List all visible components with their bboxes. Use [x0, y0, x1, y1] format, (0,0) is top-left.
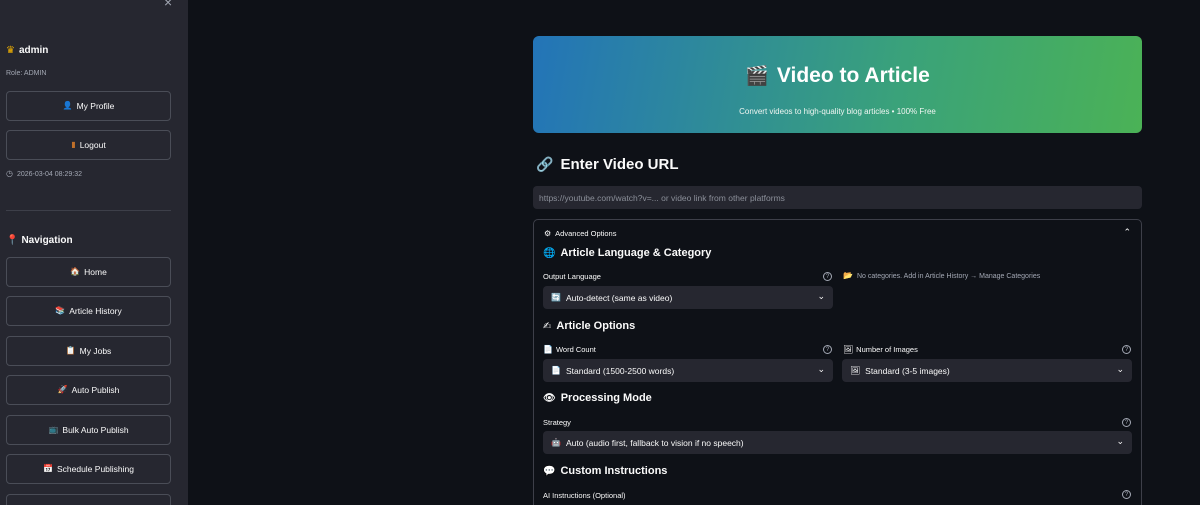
category-note-text: No categories. Add in Article History → … — [856, 272, 1041, 280]
document-icon: 📄 — [551, 365, 561, 375]
picture-icon: 🖼 — [843, 344, 854, 354]
url-section-heading: 🔗 Enter Video URL — [536, 156, 679, 173]
speech-bubble-icon: 💬 — [543, 465, 556, 477]
processing-mode-heading: 👁 Processing Mode — [543, 392, 652, 404]
nav-schedule-publishing[interactable]: 📅 Schedule Publishing — [6, 454, 171, 484]
output-language-label: Output Language — [543, 272, 601, 281]
article-options-heading-text: Article Options — [556, 320, 636, 332]
tv-icon: 📺 — [48, 425, 59, 434]
help-icon[interactable]: ? — [823, 272, 832, 281]
timestamp: 2026-03-04 08:29:32 — [16, 170, 82, 178]
clock-icon: ◷ — [6, 169, 13, 178]
gear-icon: ⚙ — [544, 228, 552, 238]
strategy-value: Auto (audio first, fallback to vision if… — [565, 437, 744, 448]
door-icon: ▮ — [71, 140, 76, 149]
nav-bulk-auto-publish-label: Bulk Auto Publish — [62, 425, 129, 435]
help-icon[interactable]: ? — [1122, 490, 1131, 499]
picture-icon: 🖼 — [850, 365, 861, 375]
nav-schedule-publishing-label: Schedule Publishing — [56, 464, 134, 474]
rocket-icon: 🚀 — [57, 385, 68, 394]
nav-my-jobs[interactable]: 📋 My Jobs — [6, 336, 171, 366]
folder-icon: 📂 — [843, 271, 853, 280]
url-heading-text: Enter Video URL — [560, 156, 679, 173]
clapperboard-icon: 🎬 — [745, 66, 769, 87]
navigation-heading: 📍 Navigation — [6, 235, 73, 246]
number-of-images-label: 🖼 Number of Images — [843, 345, 918, 354]
word-count-value: Standard (1500-2500 words) — [565, 365, 675, 376]
help-icon[interactable]: ? — [823, 345, 832, 354]
username: admin — [18, 45, 49, 56]
video-url-input[interactable] — [533, 186, 1142, 209]
nav-auto-publish-label: Auto Publish — [71, 385, 120, 395]
nav-my-jobs-label: My Jobs — [79, 346, 112, 356]
sidebar-divider — [6, 210, 171, 211]
advanced-options-toggle[interactable]: ⚙ Advanced Options — [544, 229, 616, 238]
close-sidebar-icon[interactable]: × — [164, 0, 172, 10]
ai-instructions-label: AI Instructions (Optional) — [543, 491, 626, 500]
processing-mode-heading-text: Processing Mode — [560, 392, 652, 404]
language-category-heading: 🌐 Article Language & Category — [543, 247, 711, 259]
calendar-icon: 📅 — [43, 464, 53, 473]
user-icon: 👤 — [62, 101, 73, 110]
user-header: ♛ admin — [6, 45, 48, 56]
number-of-images-select[interactable]: 🖼 Standard (3-5 images) ⌄ — [842, 359, 1132, 382]
nav-auto-publish[interactable]: 🚀 Auto Publish — [6, 375, 171, 405]
clipboard-icon: 📋 — [65, 346, 76, 355]
output-language-select[interactable]: 🔄 Auto-detect (same as video) ⌄ — [543, 286, 833, 309]
eye-icon: 👁 — [543, 392, 556, 404]
banner-title: 🎬 Video to Article — [533, 64, 1142, 88]
help-icon[interactable]: ? — [1122, 345, 1131, 354]
globe-icon: 🌐 — [543, 247, 556, 259]
nav-home-label: Home — [84, 267, 107, 277]
navigation-label: Navigation — [21, 235, 73, 246]
last-updated: ◷ 2026-03-04 08:29:32 — [6, 170, 82, 178]
number-of-images-value: Standard (3-5 images) — [865, 365, 950, 376]
word-count-select[interactable]: 📄 Standard (1500-2500 words) ⌄ — [543, 359, 833, 382]
my-profile-label: My Profile — [76, 101, 115, 111]
number-of-images-label-text: Number of Images — [856, 345, 918, 354]
document-icon: 📄 — [543, 344, 553, 354]
home-icon: 🏠 — [70, 267, 81, 276]
banner-subtitle: Convert videos to high-quality blog arti… — [739, 107, 936, 116]
language-category-heading-text: Article Language & Category — [560, 247, 712, 259]
article-options-heading: ✍ Article Options — [543, 320, 635, 332]
chevron-up-icon[interactable]: ⌃ — [1123, 227, 1131, 238]
advanced-options-label: Advanced Options — [555, 229, 617, 238]
my-profile-button[interactable]: 👤 My Profile — [6, 91, 171, 121]
books-icon: 📚 — [55, 306, 66, 315]
nav-article-history[interactable]: 📚 Article History — [6, 296, 171, 326]
robot-icon: 🤖 — [551, 437, 561, 447]
word-count-label: 📄 Word Count — [543, 345, 596, 354]
arrows-icon: 🔄 — [551, 292, 561, 302]
pin-icon: 📍 — [6, 234, 19, 246]
nav-bulk-auto-publish[interactable]: 📺 Bulk Auto Publish — [6, 415, 171, 445]
crown-icon: ♛ — [6, 44, 15, 56]
banner-title-text: Video to Article — [776, 64, 930, 87]
chevron-down-icon: ⌄ — [817, 364, 825, 374]
writing-hand-icon: ✍ — [543, 320, 552, 332]
chevron-down-icon: ⌄ — [1116, 364, 1124, 374]
strategy-select[interactable]: 🤖 Auto (audio first, fallback to vision … — [543, 431, 1132, 454]
category-note: 📂 No categories. Add in Article History … — [843, 272, 1040, 280]
sidebar: × ♛ admin Role: ADMIN 👤 My Profile ▮ Log… — [0, 0, 188, 505]
hero-banner: 🎬 Video to Article Convert videos to hig… — [533, 36, 1142, 133]
logout-button[interactable]: ▮ Logout — [6, 130, 171, 160]
help-icon[interactable]: ? — [1122, 418, 1131, 427]
nav-article-history-label: Article History — [69, 306, 122, 316]
custom-instructions-heading-text: Custom Instructions — [560, 465, 668, 477]
link-icon: 🔗 — [536, 156, 554, 172]
logout-label: Logout — [79, 140, 106, 150]
user-role: Role: ADMIN — [6, 70, 47, 77]
custom-instructions-heading: 💬 Custom Instructions — [543, 465, 667, 477]
chevron-down-icon: ⌄ — [817, 291, 825, 301]
chevron-down-icon: ⌄ — [1116, 436, 1124, 446]
strategy-label: Strategy — [543, 418, 571, 427]
nav-next-item[interactable] — [6, 494, 171, 505]
nav-home[interactable]: 🏠 Home — [6, 257, 171, 287]
output-language-value: Auto-detect (same as video) — [565, 292, 673, 303]
word-count-label-text: Word Count — [555, 345, 596, 354]
